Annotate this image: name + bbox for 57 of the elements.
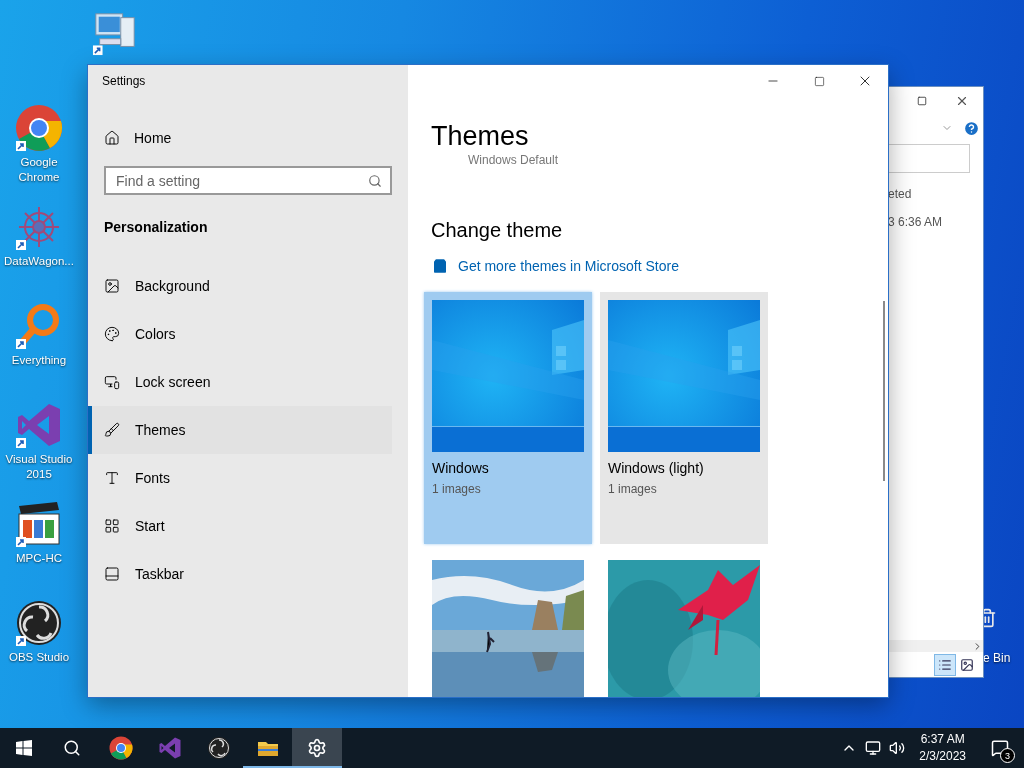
monitor-icon <box>104 374 120 390</box>
theme-tile[interactable]: Windows 1 images <box>424 292 592 544</box>
computer-icon <box>92 10 138 56</box>
settings-icon <box>307 738 327 758</box>
chrome-logo-icon <box>108 736 133 760</box>
clock[interactable]: 6:37 AM 2/3/2023 <box>909 731 976 765</box>
taskbar-button[interactable] <box>292 728 342 768</box>
infinity-logo-icon <box>157 736 182 760</box>
theme-detail-text: Windows Default <box>468 153 560 167</box>
close-icon[interactable] <box>955 94 969 108</box>
list-icon <box>938 658 952 672</box>
letter-icon <box>104 470 120 486</box>
brush-icon <box>104 422 120 438</box>
home-link[interactable]: Home <box>134 130 172 146</box>
obs-logo-icon <box>206 736 231 760</box>
panel-icon <box>104 566 120 582</box>
grid-icon <box>104 518 120 534</box>
page-title: Themes <box>431 120 530 153</box>
picture-icon <box>104 278 120 294</box>
infinity-logo-icon <box>15 401 63 449</box>
picture-icon <box>960 658 974 672</box>
chrome-logo-icon <box>15 104 63 152</box>
notification-badge: 3 <box>1000 748 1015 763</box>
notification-button[interactable]: 3 <box>976 728 1024 768</box>
theme-image-count: 1 images <box>608 482 658 496</box>
nav-item[interactable]: Background <box>88 262 392 310</box>
nav-item[interactable]: Lock screen <box>88 358 392 406</box>
search-icon <box>63 739 81 757</box>
theme-tile[interactable]: Windows (light) 1 images <box>600 292 768 544</box>
windows-logo-icon <box>16 740 32 756</box>
theme-image-count: 1 images <box>432 482 482 496</box>
nav-item[interactable]: Start <box>88 502 392 550</box>
palette-icon <box>104 326 120 342</box>
nav-item[interactable]: Taskbar <box>88 550 392 598</box>
nav-item[interactable]: Fonts <box>88 454 392 502</box>
search-input[interactable]: Find a setting <box>116 172 346 189</box>
clapperboard-icon <box>15 500 63 548</box>
maximize-icon[interactable] <box>917 96 927 106</box>
message-icon <box>991 739 1009 757</box>
home-icon <box>104 130 120 146</box>
nav-item[interactable]: Colors <box>88 310 392 358</box>
theme-name: Windows <box>432 460 490 476</box>
desktop-icon-label[interactable]: e Bin <box>983 651 1011 665</box>
help-icon[interactable] <box>963 119 980 137</box>
table-cell-text: 3 6:36 AM <box>888 215 944 229</box>
theme-name: Windows (light) <box>608 460 705 476</box>
store-link[interactable]: Get more themes in Microsoft Store <box>431 257 888 275</box>
search-icon <box>368 173 382 188</box>
search-field[interactable]: Find a setting <box>104 166 392 195</box>
column-header: eted <box>888 187 913 201</box>
obs-logo-icon <box>15 599 63 647</box>
window-title: Settings <box>102 74 147 88</box>
maximize-icon <box>813 75 825 87</box>
section-heading: Personalization <box>104 219 209 235</box>
nav-item[interactable]: Themes <box>88 406 392 454</box>
section-heading: Change theme <box>431 218 564 243</box>
details-view-button[interactable] <box>934 654 956 676</box>
